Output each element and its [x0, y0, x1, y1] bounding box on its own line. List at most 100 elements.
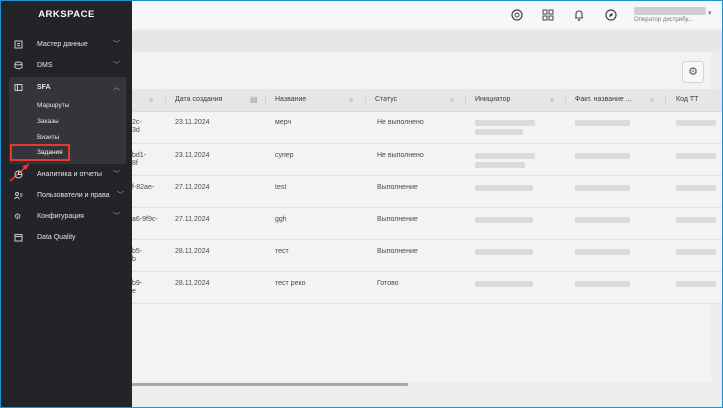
- blurred-initiator: [475, 217, 533, 223]
- column-header-fact-name[interactable]: Факт. название ...: [575, 89, 632, 111]
- row-name: ggh: [275, 216, 287, 223]
- column-divider: [465, 95, 466, 105]
- blurred-code: [676, 217, 716, 223]
- sidebar-item-dms[interactable]: DMS ﹀: [9, 56, 125, 76]
- column-divider: [365, 95, 366, 105]
- sidebar-subitem-routes[interactable]: Маршруты: [9, 98, 126, 114]
- column-header-code[interactable]: Код ТТ: [676, 89, 698, 111]
- column-divider: [565, 95, 566, 105]
- blurred-code: [676, 120, 716, 126]
- search-icon[interactable]: ⌕: [450, 89, 454, 111]
- row-name: test: [275, 184, 287, 191]
- row-id: b5- b: [132, 248, 143, 263]
- sidebar-subitem-label: Маршруты: [37, 102, 70, 109]
- row-id: bd1- 8f: [132, 152, 147, 167]
- blurred-fact-name: [575, 217, 630, 223]
- blurred-initiator: [475, 120, 535, 126]
- row-date: 23.11.2024: [175, 152, 210, 159]
- row-date: 27.11.2024: [175, 216, 210, 223]
- support-icon[interactable]: [510, 8, 524, 22]
- blurred-initiator: [475, 185, 533, 191]
- sfa-icon: [14, 78, 23, 98]
- user-name-blurred: [634, 7, 706, 15]
- search-icon[interactable]: ⌕: [650, 89, 654, 111]
- app-logo[interactable]: ARKSPACE: [1, 9, 132, 20]
- blurred-fact-name: [575, 249, 630, 255]
- table-row[interactable]: 2c- 3d 23.11.2024 мерч Не выполнено: [132, 112, 722, 144]
- table-row[interactable]: b5- b 28.11.2024 тест Выполнение: [132, 240, 722, 272]
- chevron-up-icon: ︿: [113, 84, 120, 91]
- sidebar-item-label: Пользователи и права: [37, 192, 110, 199]
- apps-grid-icon[interactable]: [541, 8, 555, 22]
- sidebar-item-sfa[interactable]: SFA ︿: [9, 78, 125, 98]
- table-row[interactable]: b9- e 28.11.2024 тест реко Готово: [132, 272, 722, 304]
- row-date: 28.11.2024: [175, 280, 210, 287]
- blurred-initiator: [475, 153, 535, 159]
- sidebar-item-label: Конфигурация: [37, 213, 84, 220]
- blurred-initiator: [475, 162, 525, 168]
- analytics-icon: [14, 165, 23, 185]
- calendar-icon[interactable]: ▤: [250, 89, 258, 111]
- blurred-fact-name: [575, 185, 630, 191]
- row-date: 27.11.2024: [175, 184, 210, 191]
- column-divider: [665, 95, 666, 105]
- blurred-code: [676, 185, 716, 191]
- row-name: тест: [275, 248, 289, 255]
- table-row[interactable]: f-82ae- 27.11.2024 test Выполнение: [132, 176, 722, 208]
- chevron-down-icon: ﹀: [113, 213, 120, 220]
- chevron-down-icon: ﹀: [117, 192, 124, 199]
- sidebar-item-analytics[interactable]: Аналитика и отчеты ﹀: [9, 165, 125, 185]
- sidebar-item-users[interactable]: Пользователи и права ﹀: [9, 186, 125, 206]
- row-name: супер: [275, 152, 294, 159]
- chevron-down-icon: ﹀: [113, 171, 120, 178]
- sidebar-item-config[interactable]: ⚙ Конфигурация ﹀: [9, 207, 125, 227]
- row-id: 2c- 3d: [132, 119, 142, 134]
- sidebar-item-label: Аналитика и отчеты: [37, 171, 102, 178]
- user-role: Оператор дистрибу...: [634, 17, 693, 23]
- row-id: a6-9f9c-: [132, 216, 158, 223]
- blurred-initiator: [475, 281, 533, 287]
- search-icon[interactable]: ⌕: [149, 89, 153, 111]
- column-header-status[interactable]: Статус: [375, 89, 397, 111]
- compass-icon[interactable]: [604, 8, 618, 22]
- master-data-icon: [14, 35, 23, 55]
- table-settings-button[interactable]: ⚙: [682, 61, 704, 83]
- row-status: Не выполнено: [377, 119, 424, 126]
- chevron-down-icon: ﹀: [113, 62, 120, 69]
- sidebar-subitem-tasks[interactable]: Задания: [37, 145, 63, 160]
- row-status: Готово: [377, 280, 399, 287]
- column-divider: [265, 95, 266, 105]
- horizontal-scrollbar[interactable]: [132, 383, 408, 386]
- blurred-code: [676, 249, 716, 255]
- sidebar-item-master-data[interactable]: Мастер данные ﹀: [9, 35, 125, 55]
- row-name: тест реко: [275, 280, 306, 287]
- blurred-initiator: [475, 129, 523, 135]
- sidebar-subitem-orders[interactable]: Заказы: [9, 114, 126, 130]
- search-icon[interactable]: ⌕: [349, 89, 353, 111]
- sidebar-item-data-quality[interactable]: Data Quality: [9, 228, 125, 248]
- bell-icon[interactable]: [572, 8, 586, 22]
- table-row[interactable]: bd1- 8f 23.11.2024 супер Не выполнено: [132, 144, 722, 176]
- sidebar-subitem-label: Заказы: [37, 118, 59, 125]
- column-divider: [165, 95, 166, 105]
- column-header-initiator[interactable]: Инициатор: [475, 89, 510, 111]
- chevron-down-icon: ▾: [708, 10, 712, 17]
- blurred-code: [676, 153, 716, 159]
- data-quality-icon: [14, 228, 23, 248]
- row-status: Выполнение: [377, 184, 418, 191]
- blurred-code: [676, 281, 716, 287]
- row-status: Выполнение: [377, 216, 418, 223]
- user-menu[interactable]: Оператор дистрибу... ▾: [634, 5, 714, 27]
- row-status: Выполнение: [377, 248, 418, 255]
- table-header: ⌕ Дата создания ▤ Название ⌕ Статус ⌕ Ин…: [132, 89, 722, 112]
- column-header-date[interactable]: Дата создания: [175, 89, 222, 111]
- chevron-down-icon: ﹀: [113, 41, 120, 48]
- row-id: f-82ae-: [132, 184, 155, 191]
- search-icon[interactable]: ⌕: [550, 89, 554, 111]
- breadcrumb-strip: [132, 31, 722, 51]
- table-row[interactable]: a6-9f9c- 27.11.2024 ggh Выполнение: [132, 208, 722, 240]
- column-header-name[interactable]: Название: [275, 89, 306, 111]
- gear-icon: ⚙: [688, 66, 698, 78]
- row-id: b9- e: [132, 280, 143, 295]
- users-icon: [14, 186, 23, 206]
